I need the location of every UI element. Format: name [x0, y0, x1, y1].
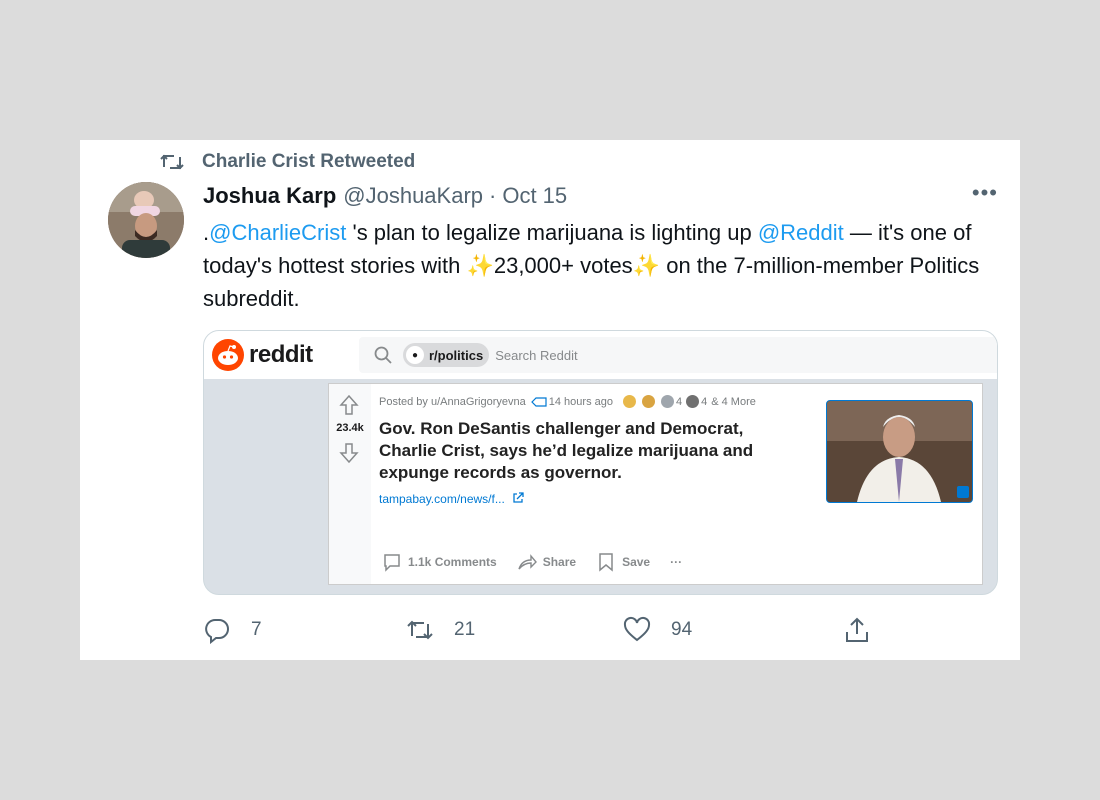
comments-button[interactable]: 1.1k Comments — [382, 552, 497, 572]
reddit-header: reddit ● r/politics Search Reddit — [204, 331, 997, 379]
author-handle[interactable]: @JoshuaKarp — [343, 183, 483, 209]
sparkles-emoji: ✨ — [466, 253, 494, 278]
separator: · — [489, 183, 497, 208]
more-awards: & 4 More — [711, 395, 756, 408]
reddit-post[interactable]: 23.4k Posted by u/AnnaGrigoryevna 14 hou… — [328, 383, 983, 585]
search-icon — [374, 346, 392, 364]
tweet-text: .@CharlieCrist 's plan to legalize marij… — [203, 216, 1003, 315]
external-link-icon — [513, 492, 524, 503]
awards[interactable]: 4 4 & 4 More — [619, 395, 756, 408]
avatar-photo — [108, 182, 184, 258]
text-part-1: 's plan to legalize marijuana is lightin… — [346, 220, 758, 245]
tweet-header: Joshua Karp @JoshuaKarp · Oct 15 — [203, 183, 567, 209]
post-thumbnail[interactable] — [826, 400, 973, 503]
reply-count: 7 — [251, 619, 262, 640]
share-label: Share — [542, 555, 577, 569]
subreddit-chip[interactable]: ● r/politics — [403, 343, 490, 367]
bookmark-icon — [599, 553, 613, 572]
author-name[interactable]: Joshua Karp — [203, 183, 336, 209]
silver-award-icon — [686, 395, 700, 408]
award-icon — [641, 395, 655, 408]
mention-reddit[interactable]: @Reddit — [758, 220, 844, 245]
retweet-context[interactable]: Charlie Crist Retweeted — [160, 151, 415, 173]
posted-by[interactable]: Posted by u/AnnaGrigoryevna — [379, 396, 526, 408]
post-meta: Posted by u/AnnaGrigoryevna 14 hours ago… — [379, 395, 756, 408]
retweet-count: 21 — [454, 619, 476, 640]
search-placeholder: Search Reddit — [495, 347, 578, 363]
thumbnail-photo — [827, 401, 972, 502]
retweet-button[interactable]: 21 — [406, 616, 475, 644]
retweet-icon — [160, 154, 184, 170]
share-icon — [846, 617, 868, 642]
share-tweet-button[interactable] — [843, 616, 891, 644]
tweet-date[interactable]: Oct 15 — [502, 183, 567, 209]
post-time: 14 hours ago — [548, 395, 613, 408]
tweet-card[interactable]: Charlie Crist Retweeted Joshua Karp @Jos… — [80, 140, 1020, 660]
reply-button[interactable]: 7 — [203, 616, 262, 644]
subreddit-icon: ● — [406, 346, 424, 364]
avatar[interactable] — [108, 182, 184, 258]
vote-column: 23.4k — [329, 384, 371, 584]
reddit-search-bar[interactable]: ● r/politics Search Reddit — [359, 337, 997, 373]
reddit-wordmark: reddit — [249, 341, 313, 368]
save-label: Save — [622, 555, 651, 569]
post-link-text: tampabay.com/news/f... — [379, 492, 505, 506]
subreddit-chip-label: r/politics — [429, 347, 484, 363]
post-actions: 1.1k Comments Share Save ··· — [382, 552, 702, 572]
comments-label: 1.1k Comments — [408, 555, 497, 569]
award-icon — [660, 395, 674, 408]
like-count: 94 — [671, 619, 693, 640]
save-button[interactable]: Save — [596, 552, 650, 572]
engagement-bar: 7 21 94 — [203, 616, 868, 646]
comment-icon — [384, 554, 400, 572]
tag-icon — [530, 396, 547, 407]
sparkles-emoji: ✨ — [632, 253, 661, 278]
reddit-logo-icon — [212, 339, 244, 371]
retweet-icon — [407, 620, 433, 640]
upvote-arrow-icon[interactable] — [339, 394, 359, 416]
retweet-label: Charlie Crist Retweeted — [202, 151, 416, 172]
post-title[interactable]: Gov. Ron DeSantis challenger and Democra… — [379, 418, 789, 484]
share-button[interactable]: Share — [517, 552, 576, 572]
post-link[interactable]: tampabay.com/news/f... — [379, 492, 524, 506]
award-count-2: 4 — [701, 395, 708, 408]
like-button[interactable]: 94 — [623, 616, 692, 644]
text-votes: 23,000+ votes — [493, 253, 633, 278]
embedded-reddit-screenshot[interactable]: reddit ● r/politics Search Reddit 23.4k — [203, 330, 998, 595]
vote-count: 23.4k — [336, 422, 364, 434]
award-icon — [622, 395, 636, 408]
heart-icon — [623, 616, 651, 642]
share-icon — [518, 554, 537, 570]
award-count-1: 4 — [675, 395, 683, 408]
post-more-button[interactable]: ··· — [670, 555, 682, 569]
downvote-arrow-icon[interactable] — [339, 442, 359, 464]
mention-charliecrist[interactable]: @CharlieCrist — [209, 220, 346, 245]
more-options-button[interactable]: ••• — [972, 180, 998, 206]
reply-icon — [205, 619, 229, 644]
